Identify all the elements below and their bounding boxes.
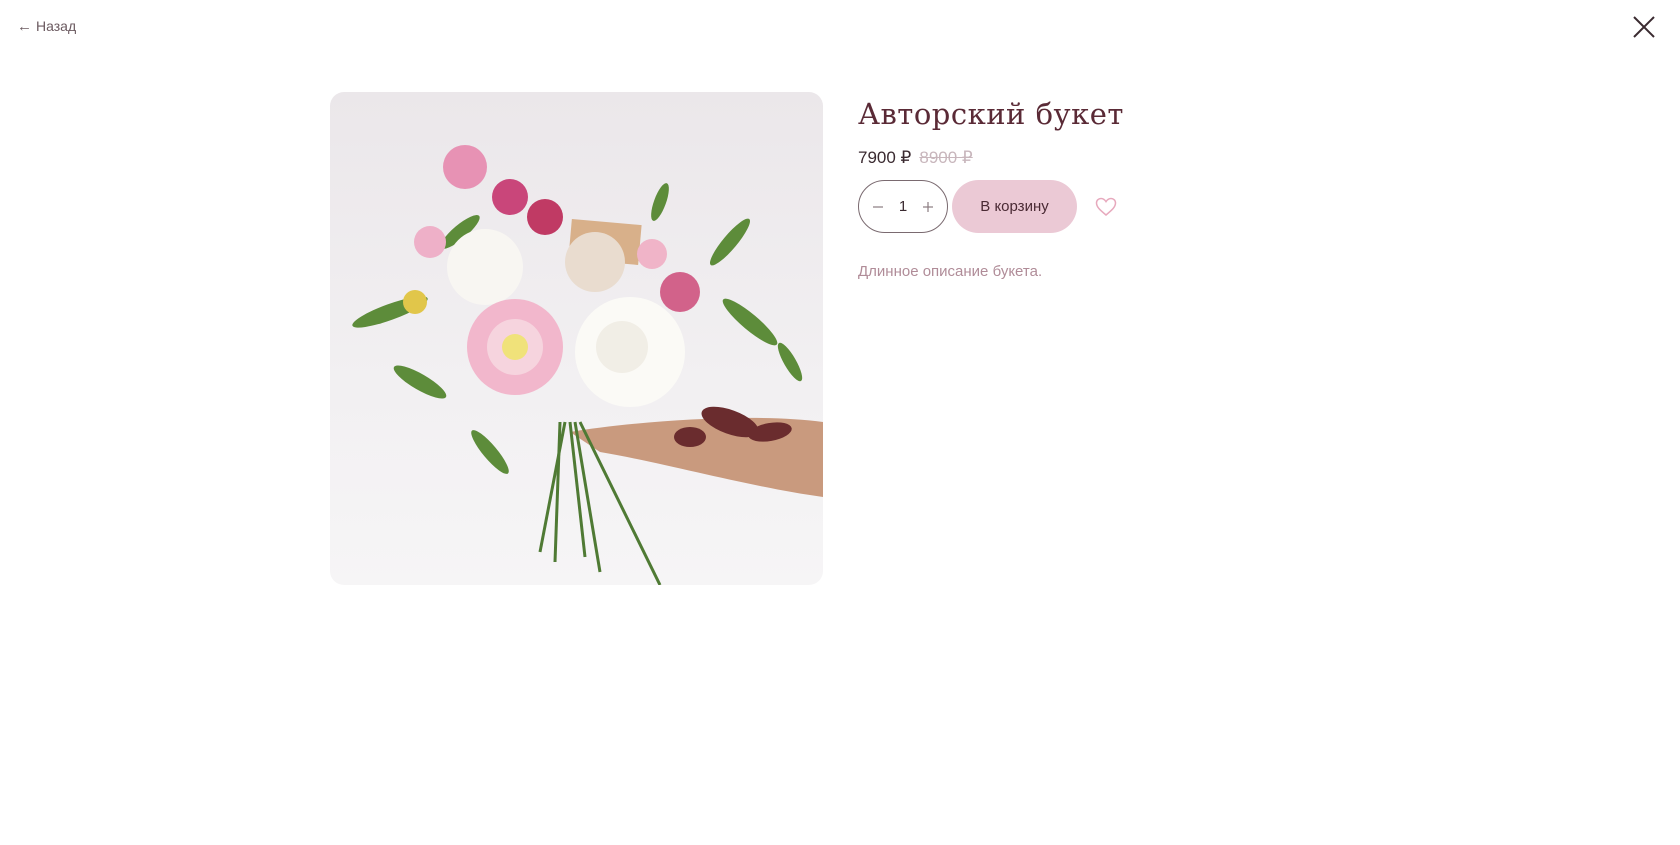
product-description: Длинное описание букета.: [858, 263, 1043, 280]
price-current: 7900 ₽: [858, 148, 912, 167]
bouquet-illustration: [352, 145, 823, 585]
quantity-stepper: 1: [858, 180, 948, 233]
product-image: [330, 92, 823, 585]
heart-icon[interactable]: [1093, 194, 1119, 220]
close-icon[interactable]: [1631, 14, 1657, 40]
add-to-cart-button[interactable]: В корзину: [952, 180, 1077, 233]
back-link[interactable]: ← Назад: [17, 18, 76, 34]
action-row: 1 В корзину: [858, 180, 1418, 233]
back-label: Назад: [36, 18, 77, 34]
minus-icon[interactable]: [869, 198, 887, 216]
plus-icon[interactable]: [919, 198, 937, 216]
price-row: 7900 ₽ 8900 ₽: [858, 148, 1418, 168]
arrow-left-icon: ←: [17, 17, 32, 35]
product-modal: ← Назад Авторский букет 7900 ₽ 8900 ₽ 1 …: [0, 0, 1680, 845]
price-old: 8900 ₽: [919, 148, 973, 167]
product-info: Авторский букет 7900 ₽ 8900 ₽ 1 В корзин…: [858, 92, 1418, 280]
product-title: Авторский букет: [858, 97, 1124, 131]
quantity-value[interactable]: 1: [895, 198, 911, 215]
